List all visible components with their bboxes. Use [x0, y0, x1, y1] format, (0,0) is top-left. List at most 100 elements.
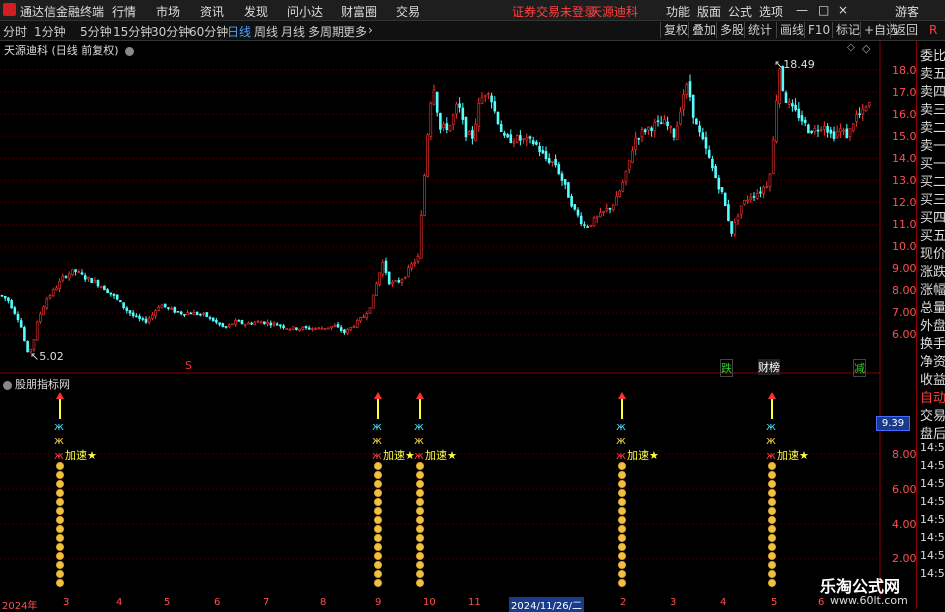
- event-marker-s[interactable]: S: [185, 359, 192, 372]
- candle-body: [103, 285, 106, 291]
- quote-field[interactable]: 涨跌: [920, 261, 945, 280]
- candle-body: [74, 269, 77, 272]
- app-logo-icon: [3, 3, 16, 16]
- settings-dot-icon[interactable]: [125, 46, 135, 56]
- collapse-icon[interactable]: ◇: [862, 42, 870, 55]
- user-label[interactable]: 游客: [895, 3, 919, 20]
- candle-body: [163, 303, 167, 308]
- coin-icon: [767, 578, 777, 588]
- tab-60min[interactable]: 60分钟: [189, 23, 228, 40]
- tab-weekly[interactable]: 周线: [254, 23, 278, 40]
- tab-multi-period[interactable]: 多周期: [308, 23, 344, 40]
- huaxian-button[interactable]: 画线: [776, 22, 807, 38]
- quote-field[interactable]: 卖二: [920, 117, 945, 136]
- candle-body: [608, 207, 612, 210]
- close-icon[interactable]: ×: [838, 3, 848, 17]
- quote-field[interactable]: 卖一: [920, 135, 945, 154]
- quote-field[interactable]: 买五: [920, 225, 945, 244]
- coin-icon: [767, 569, 777, 579]
- tab-15min[interactable]: 15分钟: [113, 23, 152, 40]
- settings-dot-icon[interactable]: [3, 380, 12, 390]
- sub-y-tick: 4.00: [892, 518, 917, 531]
- coin-icon: [55, 497, 65, 507]
- quote-field[interactable]: 收益: [920, 369, 945, 388]
- tab-5min[interactable]: 5分钟: [80, 23, 112, 40]
- quote-field[interactable]: 卖四: [920, 81, 945, 100]
- candle-body: [666, 121, 669, 127]
- back-button[interactable]: 返回: [890, 22, 921, 38]
- candle-body: [394, 280, 397, 283]
- tab-1min[interactable]: 1分钟: [34, 23, 66, 40]
- menu-faxian[interactable]: 发现: [244, 3, 268, 20]
- quote-field[interactable]: 买一: [920, 153, 945, 172]
- event-marker-die[interactable]: 跌: [720, 359, 733, 377]
- x-tick: 5: [771, 597, 778, 608]
- tab-fenshi[interactable]: 分时: [3, 23, 27, 40]
- menu-jiaoyi[interactable]: 交易: [396, 3, 420, 20]
- menu-xuanxiang[interactable]: 选项: [759, 3, 783, 20]
- quote-field[interactable]: 买二: [920, 171, 945, 190]
- biaoji-button[interactable]: 标记: [832, 22, 863, 38]
- maximize-icon[interactable]: □: [818, 3, 829, 17]
- quote-field[interactable]: 涨幅: [920, 279, 945, 298]
- menu-hangqing[interactable]: 行情: [112, 3, 136, 20]
- candle-body: [173, 307, 177, 313]
- candle-body: [301, 326, 305, 330]
- auto-label[interactable]: 自动: [920, 387, 945, 406]
- tab-monthly[interactable]: 月线: [281, 23, 305, 40]
- quote-field[interactable]: 总量: [920, 297, 945, 316]
- chevron-right-icon[interactable]: ›: [368, 23, 373, 37]
- signal-label: 加速★: [383, 449, 415, 462]
- quote-field[interactable]: 现价: [920, 243, 945, 262]
- candle-body: [189, 312, 193, 315]
- candle-body: [563, 179, 567, 185]
- menu-gongshi[interactable]: 公式: [728, 3, 752, 20]
- event-marker-jian[interactable]: 减: [853, 359, 866, 377]
- menu-wenxiaoda[interactable]: 问小达: [287, 3, 323, 20]
- menu-caifuquan[interactable]: 财富圈: [341, 3, 377, 20]
- f10-button[interactable]: F10: [804, 22, 833, 38]
- trade-label[interactable]: 交易: [920, 405, 945, 424]
- quote-field[interactable]: 外盘: [920, 315, 945, 334]
- diamond-icon[interactable]: ◇: [847, 42, 855, 53]
- menu-shichang[interactable]: 市场: [156, 3, 180, 20]
- tab-more[interactable]: 更多: [343, 23, 367, 40]
- diejia-button[interactable]: 叠加: [688, 22, 719, 38]
- candle-body: [87, 277, 90, 280]
- menu-gongneng[interactable]: 功能: [666, 3, 690, 20]
- candle-body: [349, 326, 353, 331]
- candle-body: [375, 283, 378, 296]
- quote-field[interactable]: 买三: [920, 189, 945, 208]
- tab-30min[interactable]: 30分钟: [151, 23, 190, 40]
- candle-body: [602, 211, 605, 213]
- candle-body: [557, 164, 561, 175]
- quote-field[interactable]: 卖五: [920, 63, 945, 82]
- quote-field[interactable]: 净资: [920, 351, 945, 370]
- duogu-button[interactable]: 多股: [716, 22, 747, 38]
- quote-field[interactable]: 委比: [920, 45, 945, 64]
- candle-body: [58, 280, 61, 289]
- menu-banmian[interactable]: 版面: [697, 3, 721, 20]
- candle-body: [586, 226, 589, 228]
- candle-body: [16, 313, 20, 321]
- quote-field[interactable]: 换手: [920, 333, 945, 352]
- quote-field[interactable]: 买四: [920, 207, 945, 226]
- menu-zixun[interactable]: 资讯: [200, 3, 224, 20]
- minimize-icon[interactable]: —: [796, 3, 808, 17]
- after-hours-label[interactable]: 盘后: [920, 423, 945, 442]
- y-tick: 6.00: [892, 328, 917, 341]
- tab-daily[interactable]: 日线: [227, 23, 251, 40]
- candle-body: [26, 341, 29, 353]
- tongji-button[interactable]: 统计: [744, 22, 775, 38]
- candle-body: [573, 204, 577, 210]
- candle-body: [730, 221, 733, 234]
- candle-body: [525, 137, 529, 141]
- candle-body: [445, 123, 449, 130]
- quote-field[interactable]: 卖三: [920, 99, 945, 118]
- event-marker-caibang[interactable]: 财榜: [758, 359, 780, 375]
- fuquan-button[interactable]: 复权: [660, 22, 691, 38]
- candle-body: [634, 137, 637, 150]
- candle-body: [659, 122, 663, 125]
- trade-login-notice[interactable]: 证券交易未登录: [512, 3, 596, 20]
- coin-icon: [55, 560, 65, 570]
